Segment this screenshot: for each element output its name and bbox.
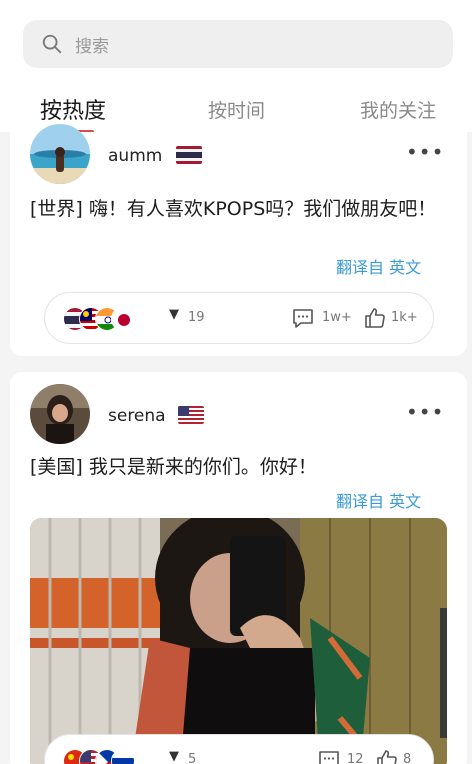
reaction-bar: ▼ 5 12 8 [44, 734, 434, 764]
search-bar[interactable]: 搜索 [23, 20, 453, 68]
expand-flags-icon[interactable]: ▼ [169, 307, 179, 322]
japan-flag-icon [111, 307, 135, 331]
reaction-flags[interactable] [63, 749, 135, 764]
top-bar: 搜索 按热度 按时间 我的关注 [0, 0, 472, 132]
comment-icon[interactable] [291, 306, 315, 330]
reaction-flags[interactable] [63, 307, 135, 331]
translate-link[interactable]: 翻译自 英文 [336, 254, 421, 278]
search-icon [42, 34, 62, 54]
avatar[interactable] [30, 384, 90, 444]
tab-following[interactable]: 我的关注 [360, 96, 436, 123]
like-count: 8 [403, 752, 412, 764]
thailand-flag-icon [176, 146, 202, 164]
thumbs-up-icon[interactable] [363, 306, 387, 330]
reaction-count: 5 [188, 752, 197, 764]
translate-link[interactable]: 翻译自 英文 [336, 488, 421, 512]
like-count: 1k+ [391, 310, 418, 325]
avatar[interactable] [30, 124, 90, 184]
reaction-bar: ▼ 19 1w+ 1k+ [44, 292, 434, 344]
search-placeholder: 搜索 [75, 36, 109, 57]
post-card[interactable]: serena ••• [美国] 我只是新来的你们。你好！ 翻译自 英文 ▼ 5 … [10, 372, 467, 764]
more-options-icon[interactable]: ••• [406, 140, 444, 164]
post-card[interactable]: aumm ••• [世界] 嗨！有人喜欢KPOPS吗？我们做朋友吧！ 翻译自 英… [10, 124, 467, 356]
more-options-icon[interactable]: ••• [406, 400, 444, 424]
username[interactable]: serena [108, 406, 166, 426]
username[interactable]: aumm [108, 146, 162, 166]
post-text: [世界] 嗨！有人喜欢KPOPS吗？我们做朋友吧！ [30, 198, 437, 220]
comment-count: 1w+ [322, 310, 352, 325]
thumbs-up-icon[interactable] [375, 748, 399, 764]
comment-count: 12 [347, 752, 364, 764]
comment-icon[interactable] [317, 748, 341, 764]
tab-by-time[interactable]: 按时间 [208, 96, 265, 123]
usa-flag-icon [178, 406, 204, 424]
expand-flags-icon[interactable]: ▼ [169, 749, 179, 764]
reaction-count: 19 [188, 310, 205, 325]
post-text: [美国] 我只是新来的你们。你好！ [30, 456, 317, 478]
russia-flag-icon [111, 749, 135, 764]
tab-by-popularity[interactable]: 按热度 [40, 93, 106, 125]
post-photo[interactable] [30, 518, 447, 764]
